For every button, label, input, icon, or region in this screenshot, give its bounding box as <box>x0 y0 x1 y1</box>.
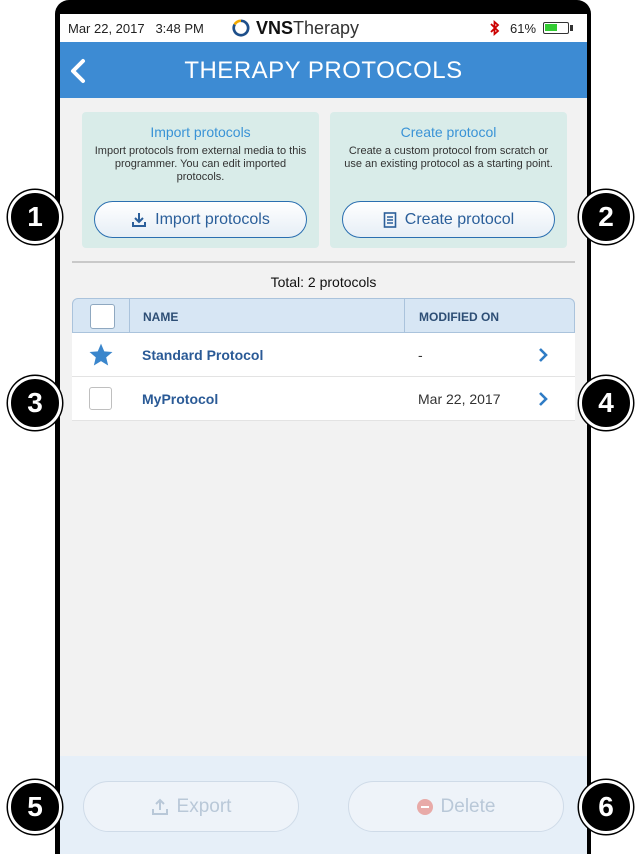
export-button[interactable]: Export <box>83 781 299 832</box>
vns-logo-icon <box>232 19 250 37</box>
chevron-right-icon[interactable] <box>537 390 549 408</box>
star-icon <box>89 343 113 366</box>
action-footer: Export Delete <box>60 756 587 854</box>
protocol-name: Standard Protocol <box>142 347 264 363</box>
page-title: THERAPY PROTOCOLS <box>184 57 463 84</box>
create-button-label: Create protocol <box>404 210 515 228</box>
protocol-name: MyProtocol <box>142 391 219 407</box>
upload-icon <box>151 798 168 815</box>
import-card-title: Import protocols <box>150 124 251 140</box>
delete-label: Delete <box>440 795 496 817</box>
brand-name: VNSTherapy <box>256 18 360 38</box>
export-label: Export <box>176 795 232 817</box>
column-header-name[interactable]: NAME <box>143 310 178 324</box>
protocol-modified-date: Mar 22, 2017 <box>418 391 501 407</box>
column-divider <box>404 299 405 333</box>
callout-badge: 4 <box>579 376 633 430</box>
callout-badge: 1 <box>8 190 62 244</box>
callout-badge: 2 <box>579 190 633 244</box>
protocol-modified-date: - <box>418 347 423 363</box>
table-row[interactable]: Standard Protocol - <box>72 333 575 377</box>
battery-tip <box>570 25 573 31</box>
row-checkbox[interactable] <box>89 387 112 410</box>
page-header: THERAPY PROTOCOLS <box>60 42 587 98</box>
protocol-total: Total: 2 protocols <box>270 274 377 290</box>
delete-button[interactable]: Delete <box>348 781 564 832</box>
minus-circle-icon <box>416 798 433 815</box>
select-all-checkbox[interactable] <box>90 304 115 329</box>
import-button-label: Import protocols <box>155 210 270 228</box>
battery-percent: 61% <box>510 21 537 36</box>
create-protocol-button[interactable]: Create protocol <box>342 201 555 238</box>
import-card-description: Import protocols from external media to … <box>94 145 307 183</box>
status-datetime: Mar 22, 2017 3:48 PM <box>68 21 204 36</box>
download-icon <box>132 212 147 227</box>
battery-icon <box>543 22 569 34</box>
create-card-description: Create a custom protocol from scratch or… <box>344 145 553 170</box>
table-row[interactable]: MyProtocol Mar 22, 2017 <box>72 377 575 421</box>
app-screen: Mar 22, 2017 3:48 PM VNSTherapy 61% THER… <box>60 14 587 854</box>
callout-badge: 6 <box>579 780 633 834</box>
table-header: NAME MODIFIED ON <box>72 298 575 333</box>
chevron-right-icon[interactable] <box>537 346 549 364</box>
column-header-modified[interactable]: MODIFIED ON <box>419 310 499 324</box>
callout-badge: 5 <box>8 780 62 834</box>
bluetooth-icon <box>490 20 500 36</box>
status-bar: Mar 22, 2017 3:48 PM VNSTherapy 61% <box>60 14 587 43</box>
callout-badge: 3 <box>8 376 62 430</box>
section-divider <box>72 261 575 263</box>
create-card-title: Create protocol <box>400 124 497 140</box>
document-icon <box>383 211 397 228</box>
column-divider <box>129 299 130 333</box>
import-protocols-button[interactable]: Import protocols <box>94 201 307 238</box>
